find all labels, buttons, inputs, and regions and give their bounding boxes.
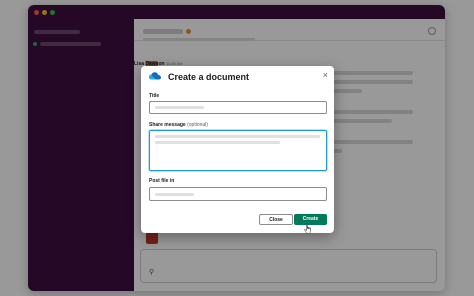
channel-placeholder <box>155 193 194 196</box>
title-placeholder <box>155 106 204 109</box>
share-message-placeholder-line <box>155 135 320 138</box>
create-document-dialog: Create a document × Title Share message … <box>141 66 334 234</box>
share-message-placeholder-line <box>155 141 280 144</box>
title-input[interactable] <box>149 101 327 114</box>
close-button[interactable]: Close <box>259 214 293 225</box>
optional-label: (optional) <box>187 122 208 128</box>
close-icon[interactable]: × <box>323 70 328 80</box>
share-message-label-text: Share message <box>149 122 186 128</box>
dialog-title: Create a document <box>168 72 250 82</box>
hand-cursor-icon <box>304 224 311 234</box>
title-label: Title <box>149 93 160 99</box>
share-message-label: Share message (optional) <box>149 122 208 128</box>
cloud-icon <box>149 72 161 80</box>
share-message-textarea[interactable] <box>149 130 327 171</box>
post-file-in-select[interactable] <box>149 187 327 201</box>
post-file-in-label: Post file in <box>149 178 175 184</box>
